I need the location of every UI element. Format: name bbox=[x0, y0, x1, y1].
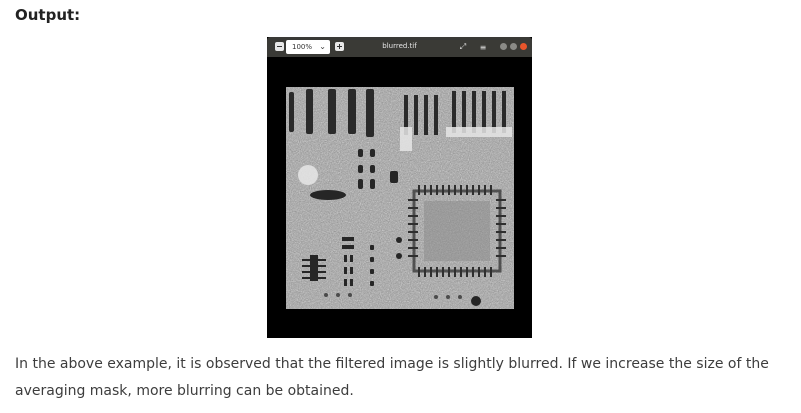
menu-button[interactable]: ≡ bbox=[477, 41, 489, 53]
fullscreen-button[interactable]: ⤢ bbox=[457, 41, 469, 53]
image-viewer-window: 100% ⌄ blurred.tif ⤢ ≡ bbox=[267, 37, 532, 338]
window-title: blurred.tif bbox=[382, 42, 417, 50]
window-titlebar: 100% ⌄ blurred.tif ⤢ ≡ bbox=[267, 37, 532, 57]
expand-icon: ⤢ bbox=[459, 42, 467, 51]
hamburger-menu-icon: ≡ bbox=[479, 42, 487, 52]
close-window-button[interactable] bbox=[520, 43, 527, 50]
caption-text: In the above example, it is observed tha… bbox=[15, 356, 769, 399]
maximize-window-button[interactable] bbox=[510, 43, 517, 50]
minimize-window-button[interactable] bbox=[500, 43, 507, 50]
blurred-xray-image bbox=[286, 87, 514, 309]
section-heading: Output: bbox=[15, 6, 81, 24]
